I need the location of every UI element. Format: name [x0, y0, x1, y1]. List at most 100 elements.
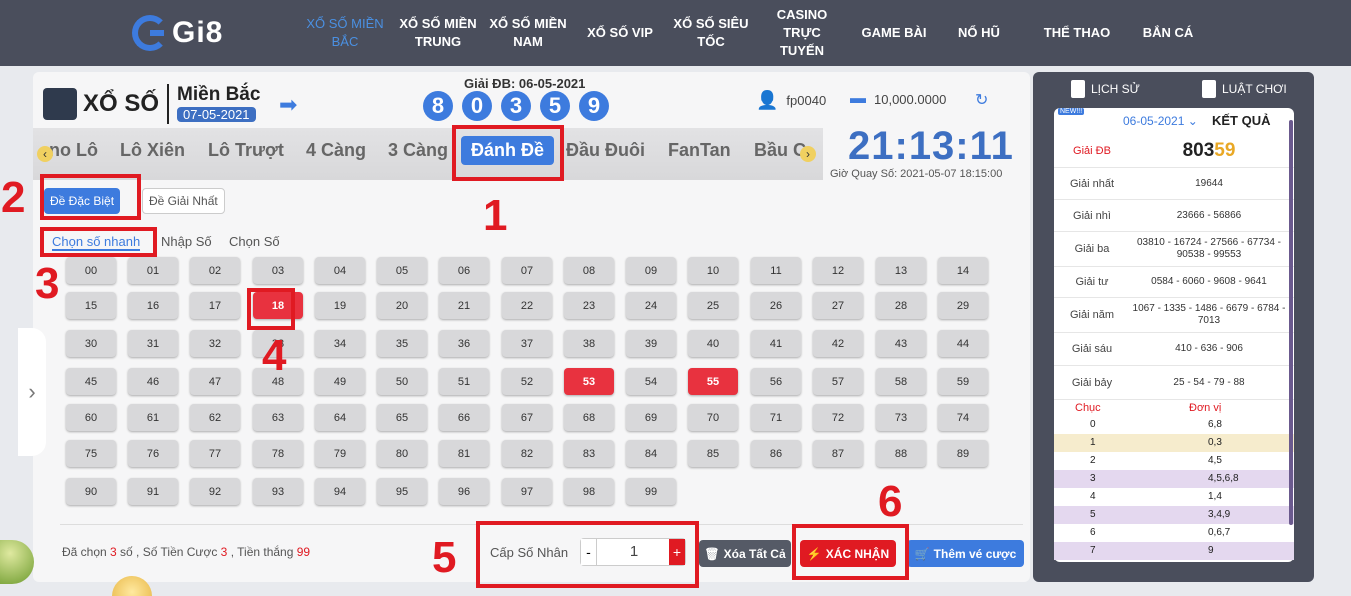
number-cell[interactable]: 54 — [626, 368, 676, 395]
results-scrollbar[interactable] — [1289, 120, 1293, 525]
nav-xoso-sieu-toc[interactable]: XỔ SỐ SIÊU TỐC — [672, 0, 750, 66]
number-cell[interactable]: 97 — [502, 478, 552, 505]
number-cell[interactable]: 30 — [66, 330, 116, 357]
number-cell[interactable]: 46 — [128, 368, 178, 395]
number-cell[interactable]: 32 — [190, 330, 240, 357]
number-cell[interactable]: 67 — [502, 404, 552, 431]
number-cell[interactable]: 59 — [938, 368, 988, 395]
number-cell[interactable]: 43 — [876, 330, 926, 357]
number-cell[interactable]: 20 — [377, 292, 427, 319]
number-cell[interactable]: 23 — [564, 292, 614, 319]
number-cell[interactable]: 64 — [315, 404, 365, 431]
number-cell[interactable]: 03 — [253, 257, 303, 284]
number-cell[interactable]: 11 — [751, 257, 801, 284]
number-cell[interactable]: 73 — [876, 404, 926, 431]
number-cell[interactable]: 19 — [315, 292, 365, 319]
user-info[interactable]: 👤 fp0040 — [756, 90, 826, 111]
tabs-prev-icon[interactable]: ‹ — [37, 146, 53, 162]
number-cell[interactable]: 05 — [377, 257, 427, 284]
number-cell[interactable]: 15 — [66, 292, 116, 319]
number-cell[interactable]: 21 — [439, 292, 489, 319]
number-cell[interactable]: 94 — [315, 478, 365, 505]
number-cell[interactable]: 66 — [439, 404, 489, 431]
nav-xoso-vip[interactable]: XỔ SỐ VIP — [583, 0, 657, 66]
number-cell[interactable]: 87 — [813, 440, 863, 467]
number-cell[interactable]: 82 — [502, 440, 552, 467]
number-cell[interactable]: 92 — [190, 478, 240, 505]
number-cell[interactable]: 70 — [688, 404, 738, 431]
number-cell[interactable]: 08 — [564, 257, 614, 284]
number-cell[interactable]: 78 — [253, 440, 303, 467]
number-cell[interactable]: 60 — [66, 404, 116, 431]
number-cell[interactable]: 50 — [377, 368, 427, 395]
exit-icon[interactable]: ➡ — [279, 92, 297, 118]
tab-lo-xien[interactable]: Lô Xiên — [120, 140, 185, 161]
number-cell[interactable]: 02 — [190, 257, 240, 284]
results-date-select[interactable]: 06-05-2021 ⌄ — [1123, 114, 1198, 128]
number-cell[interactable]: 65 — [377, 404, 427, 431]
refresh-icon[interactable]: ↻ — [975, 90, 988, 110]
number-cell[interactable]: 36 — [439, 330, 489, 357]
number-cell[interactable]: 47 — [190, 368, 240, 395]
nav-xoso-mien-bac[interactable]: XỔ SỐ MIỀN BẮC — [306, 0, 384, 66]
number-cell[interactable]: 83 — [564, 440, 614, 467]
nav-xoso-mien-nam[interactable]: XỔ SỐ MIỀN NAM — [489, 0, 567, 66]
number-cell[interactable]: 34 — [315, 330, 365, 357]
number-cell[interactable]: 72 — [813, 404, 863, 431]
tab-lo[interactable]: no Lô — [49, 140, 98, 161]
number-cell[interactable]: 49 — [315, 368, 365, 395]
number-cell[interactable]: 89 — [938, 440, 988, 467]
number-cell[interactable]: 86 — [751, 440, 801, 467]
number-cell[interactable]: 68 — [564, 404, 614, 431]
rules-link[interactable]: LUẬT CHƠI — [1202, 80, 1287, 98]
tab-lo-truot[interactable]: Lô Trượt — [208, 140, 284, 161]
tab-fantan[interactable]: FanTan — [668, 140, 731, 161]
number-cell[interactable]: 55 — [688, 368, 738, 395]
number-cell[interactable]: 63 — [253, 404, 303, 431]
number-cell[interactable]: 91 — [128, 478, 178, 505]
number-cell[interactable]: 57 — [813, 368, 863, 395]
number-cell[interactable]: 44 — [938, 330, 988, 357]
number-cell[interactable]: 61 — [128, 404, 178, 431]
sub-tab-de-giai-nhat[interactable]: Đề Giải Nhất — [142, 188, 225, 214]
nav-ban-ca[interactable]: BẮN CÁ — [1138, 0, 1198, 66]
number-cell[interactable]: 90 — [66, 478, 116, 505]
mode-choose-number[interactable]: Chọn Số — [229, 234, 280, 249]
number-cell[interactable]: 85 — [688, 440, 738, 467]
number-cell[interactable]: 76 — [128, 440, 178, 467]
nav-no-hu[interactable]: NỔ HŨ — [952, 0, 1006, 66]
nav-casino[interactable]: CASINO TRỰC TUYẾN — [770, 0, 834, 66]
tabs-next-icon[interactable]: › — [800, 146, 816, 162]
number-cell[interactable]: 93 — [253, 478, 303, 505]
number-cell[interactable]: 09 — [626, 257, 676, 284]
number-cell[interactable]: 01 — [128, 257, 178, 284]
number-cell[interactable]: 22 — [502, 292, 552, 319]
number-cell[interactable]: 14 — [938, 257, 988, 284]
number-cell[interactable]: 77 — [190, 440, 240, 467]
number-cell[interactable]: 00 — [66, 257, 116, 284]
number-cell[interactable]: 71 — [751, 404, 801, 431]
number-cell[interactable]: 27 — [813, 292, 863, 319]
number-cell[interactable]: 75 — [66, 440, 116, 467]
number-cell[interactable]: 04 — [315, 257, 365, 284]
number-cell[interactable]: 69 — [626, 404, 676, 431]
side-expand-icon[interactable]: › — [18, 328, 46, 456]
number-cell[interactable]: 81 — [439, 440, 489, 467]
number-cell[interactable]: 45 — [66, 368, 116, 395]
number-cell[interactable]: 62 — [190, 404, 240, 431]
number-cell[interactable]: 38 — [564, 330, 614, 357]
number-cell[interactable]: 88 — [876, 440, 926, 467]
mode-enter-number[interactable]: Nhập Số — [161, 234, 212, 249]
number-cell[interactable]: 56 — [751, 368, 801, 395]
number-cell[interactable]: 96 — [439, 478, 489, 505]
add-ticket-button[interactable]: 🛒 Thêm vé cược — [907, 540, 1024, 567]
tab-3-cang[interactable]: 3 Càng — [388, 140, 448, 161]
number-cell[interactable]: 51 — [439, 368, 489, 395]
number-cell[interactable]: 84 — [626, 440, 676, 467]
number-cell[interactable]: 13 — [876, 257, 926, 284]
number-cell[interactable]: 80 — [377, 440, 427, 467]
number-cell[interactable]: 74 — [938, 404, 988, 431]
number-cell[interactable]: 29 — [938, 292, 988, 319]
number-cell[interactable]: 06 — [439, 257, 489, 284]
number-cell[interactable]: 53 — [564, 368, 614, 395]
